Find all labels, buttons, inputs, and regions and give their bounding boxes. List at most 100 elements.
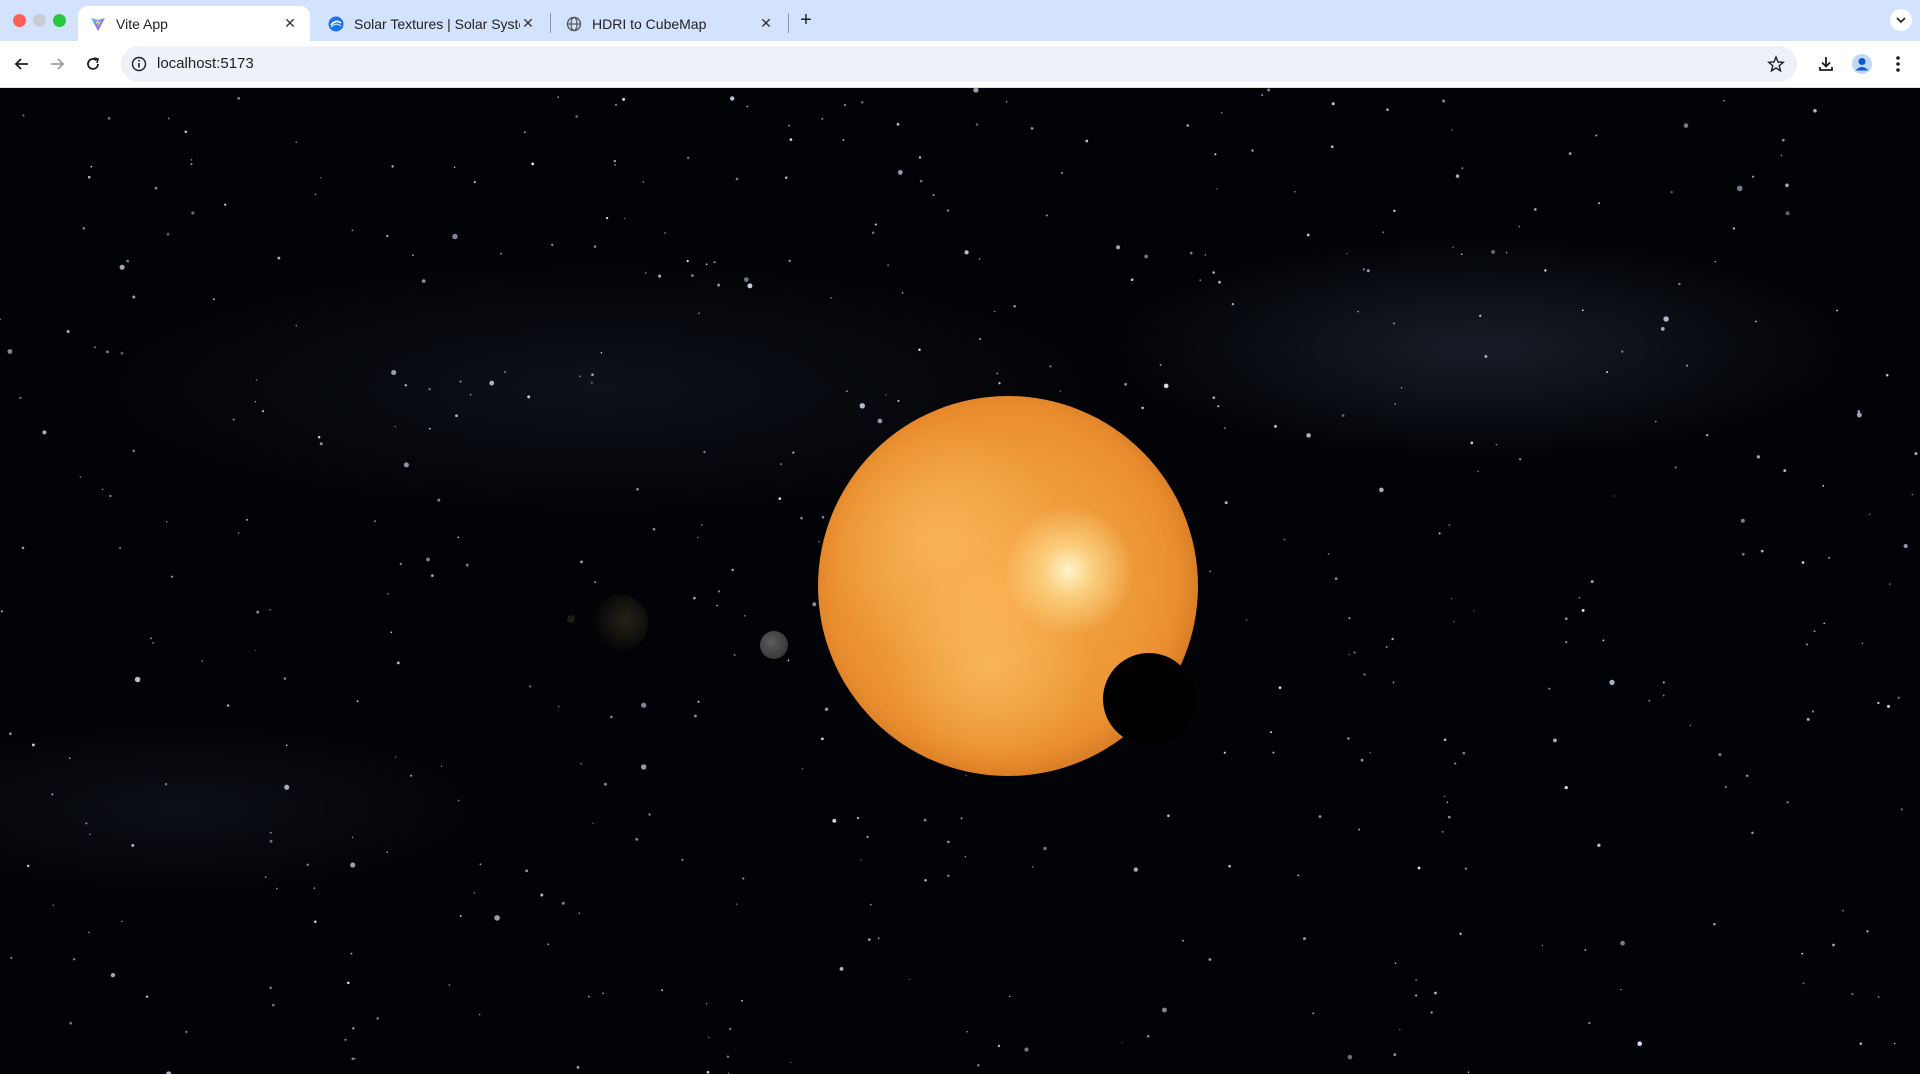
- url-text[interactable]: localhost:5173: [157, 55, 254, 72]
- star: [1856, 412, 1862, 418]
- star: [1736, 185, 1743, 192]
- star: [973, 88, 979, 93]
- star: [69, 1021, 73, 1025]
- tab-title: Vite App: [116, 15, 168, 32]
- star: [452, 233, 458, 240]
- star: [966, 1030, 969, 1033]
- star: [658, 274, 662, 278]
- star: [448, 984, 451, 986]
- star: [1648, 699, 1651, 702]
- new-tab-button[interactable]: +: [795, 9, 817, 31]
- star: [1544, 269, 1547, 272]
- star: [591, 373, 594, 377]
- star: [190, 159, 193, 161]
- star: [1214, 153, 1217, 156]
- star: [440, 765, 443, 767]
- profile-button[interactable]: [1851, 53, 1873, 75]
- back-button[interactable]: [10, 52, 34, 76]
- site-info-icon[interactable]: [131, 56, 147, 72]
- bookmark-star-icon[interactable]: [1767, 55, 1785, 73]
- star: [1598, 202, 1601, 205]
- star: [351, 836, 354, 839]
- star: [641, 702, 647, 708]
- star: [453, 166, 456, 168]
- star: [1785, 211, 1790, 216]
- address-bar[interactable]: localhost:5173: [121, 46, 1797, 82]
- browser-menu-button[interactable]: [1887, 53, 1909, 75]
- tab-close-icon[interactable]: ✕: [520, 15, 536, 32]
- star: [648, 813, 651, 816]
- star: [885, 394, 887, 396]
- star: [1887, 704, 1890, 708]
- star: [593, 245, 597, 248]
- star: [531, 162, 535, 166]
- star: [591, 381, 593, 384]
- star: [459, 380, 462, 383]
- download-icon: [1819, 57, 1833, 71]
- tab-hdri-to-cubemap[interactable]: HDRI to CubeMap ✕: [554, 6, 786, 41]
- star: [1780, 154, 1783, 157]
- star: [87, 175, 91, 179]
- forward-button[interactable]: [45, 52, 69, 76]
- star: [1392, 322, 1396, 325]
- star: [1394, 403, 1396, 405]
- tab-solar-textures[interactable]: Solar Textures | Solar System Scope ✕: [316, 6, 548, 41]
- star: [524, 131, 526, 134]
- star: [1595, 134, 1598, 137]
- star: [394, 425, 397, 428]
- star: [1613, 495, 1615, 497]
- minimize-window-button[interactable]: [33, 14, 46, 27]
- star: [1167, 814, 1170, 818]
- star: [1452, 246, 1454, 248]
- star: [87, 931, 90, 934]
- tab-close-icon[interactable]: ✕: [282, 15, 298, 32]
- tab-search-button[interactable]: [1890, 9, 1912, 31]
- maximize-window-button[interactable]: [53, 14, 66, 27]
- star: [975, 123, 979, 126]
- star: [681, 858, 684, 861]
- star: [1505, 251, 1508, 254]
- dark-planet: [1103, 653, 1195, 745]
- star: [1283, 538, 1286, 541]
- star: [1889, 583, 1891, 585]
- star: [403, 462, 409, 468]
- star: [1756, 455, 1760, 459]
- star: [1161, 1007, 1167, 1013]
- star: [818, 541, 820, 543]
- solar-system-scope-icon: [328, 16, 344, 32]
- star: [693, 596, 696, 600]
- star: [52, 904, 55, 907]
- star: [269, 831, 272, 834]
- star: [1670, 191, 1673, 194]
- star: [1832, 943, 1835, 947]
- star: [1045, 214, 1048, 217]
- star: [351, 1057, 355, 1061]
- star: [1358, 828, 1361, 831]
- star: [897, 399, 900, 402]
- star: [733, 654, 736, 656]
- star: [792, 451, 795, 454]
- reload-button[interactable]: [81, 52, 105, 76]
- star: [165, 521, 168, 523]
- downloads-button[interactable]: [1815, 53, 1837, 75]
- star: [859, 403, 865, 409]
- star: [1216, 188, 1218, 190]
- star: [387, 593, 389, 595]
- star: [31, 743, 35, 747]
- star: [1212, 396, 1216, 400]
- star: [90, 165, 93, 168]
- star: [102, 488, 104, 491]
- close-window-button[interactable]: [13, 14, 26, 27]
- tab-close-icon[interactable]: ✕: [758, 15, 774, 32]
- three-canvas[interactable]: [0, 88, 1920, 1074]
- star: [839, 967, 844, 971]
- star: [778, 497, 782, 500]
- star: [0, 318, 2, 320]
- small-grey-planet: [760, 631, 788, 659]
- star: [742, 877, 745, 880]
- tab-vite-app[interactable]: Vite App ✕: [78, 6, 310, 41]
- star: [1417, 866, 1421, 870]
- star: [602, 992, 604, 995]
- star: [1662, 694, 1665, 697]
- star: [166, 232, 170, 236]
